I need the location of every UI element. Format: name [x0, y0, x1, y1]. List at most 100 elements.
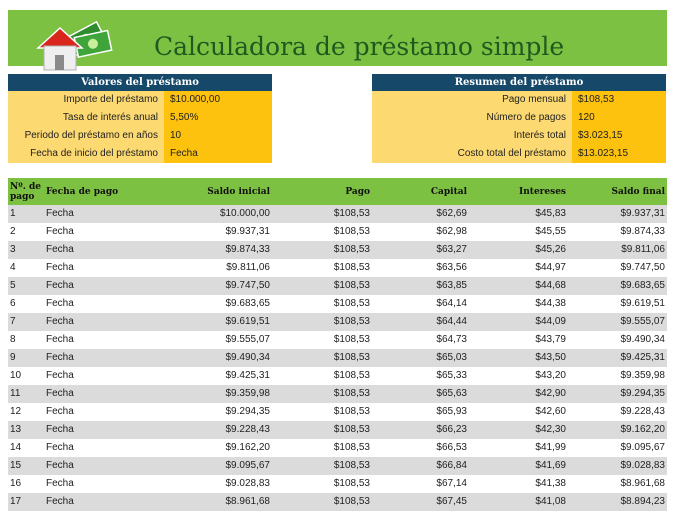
closing-balance-cell[interactable]: $8.894,23: [568, 493, 667, 511]
interest-cell[interactable]: $44,09: [469, 313, 568, 331]
payment-number-cell[interactable]: 8: [8, 331, 44, 349]
opening-balance-cell[interactable]: $9.425,31: [164, 367, 272, 385]
interest-cell[interactable]: $43,79: [469, 331, 568, 349]
opening-balance-cell[interactable]: $9.683,65: [164, 295, 272, 313]
interest-cell[interactable]: $41,38: [469, 475, 568, 493]
closing-balance-cell[interactable]: $9.425,31: [568, 349, 667, 367]
payment-cell[interactable]: $108,53: [272, 439, 372, 457]
payment-date-cell[interactable]: Fecha: [44, 457, 164, 475]
payment-date-cell[interactable]: Fecha: [44, 349, 164, 367]
payment-number-cell[interactable]: 5: [8, 277, 44, 295]
principal-cell[interactable]: $67,45: [372, 493, 469, 511]
payment-date-cell[interactable]: Fecha: [44, 421, 164, 439]
payment-date-cell[interactable]: Fecha: [44, 367, 164, 385]
interest-cell[interactable]: $45,55: [469, 223, 568, 241]
payment-number-cell[interactable]: 15: [8, 457, 44, 475]
interest-cell[interactable]: $41,99: [469, 439, 568, 457]
payment-cell[interactable]: $108,53: [272, 241, 372, 259]
opening-balance-cell[interactable]: $9.937,31: [164, 223, 272, 241]
payment-number-cell[interactable]: 13: [8, 421, 44, 439]
payment-date-cell[interactable]: Fecha: [44, 295, 164, 313]
opening-balance-cell[interactable]: $9.095,67: [164, 457, 272, 475]
closing-balance-cell[interactable]: $9.028,83: [568, 457, 667, 475]
principal-cell[interactable]: $67,14: [372, 475, 469, 493]
interest-cell[interactable]: $41,69: [469, 457, 568, 475]
payment-cell[interactable]: $108,53: [272, 475, 372, 493]
payment-number-cell[interactable]: 14: [8, 439, 44, 457]
closing-balance-cell[interactable]: $9.874,33: [568, 223, 667, 241]
payment-date-cell[interactable]: Fecha: [44, 313, 164, 331]
principal-cell[interactable]: $65,63: [372, 385, 469, 403]
closing-balance-cell[interactable]: $9.811,06: [568, 241, 667, 259]
payment-date-cell[interactable]: Fecha: [44, 241, 164, 259]
payment-date-cell[interactable]: Fecha: [44, 259, 164, 277]
payment-cell[interactable]: $108,53: [272, 349, 372, 367]
principal-cell[interactable]: $63,56: [372, 259, 469, 277]
principal-cell[interactable]: $66,84: [372, 457, 469, 475]
payment-number-cell[interactable]: 7: [8, 313, 44, 331]
payment-date-cell[interactable]: Fecha: [44, 475, 164, 493]
interest-cell[interactable]: $42,90: [469, 385, 568, 403]
principal-cell[interactable]: $64,14: [372, 295, 469, 313]
start-date-input[interactable]: Fecha: [164, 145, 272, 163]
opening-balance-cell[interactable]: $9.555,07: [164, 331, 272, 349]
closing-balance-cell[interactable]: $9.095,67: [568, 439, 667, 457]
opening-balance-cell[interactable]: $9.028,83: [164, 475, 272, 493]
closing-balance-cell[interactable]: $9.747,50: [568, 259, 667, 277]
principal-cell[interactable]: $64,73: [372, 331, 469, 349]
principal-cell[interactable]: $66,23: [372, 421, 469, 439]
opening-balance-cell[interactable]: $10.000,00: [164, 205, 272, 223]
interest-cell[interactable]: $42,60: [469, 403, 568, 421]
payment-cell[interactable]: $108,53: [272, 223, 372, 241]
interest-cell[interactable]: $41,08: [469, 493, 568, 511]
opening-balance-cell[interactable]: $9.619,51: [164, 313, 272, 331]
payment-cell[interactable]: $108,53: [272, 493, 372, 511]
opening-balance-cell[interactable]: $9.294,35: [164, 403, 272, 421]
closing-balance-cell[interactable]: $8.961,68: [568, 475, 667, 493]
interest-cell[interactable]: $43,20: [469, 367, 568, 385]
opening-balance-cell[interactable]: $9.228,43: [164, 421, 272, 439]
payment-date-cell[interactable]: Fecha: [44, 439, 164, 457]
payment-cell[interactable]: $108,53: [272, 205, 372, 223]
principal-cell[interactable]: $65,33: [372, 367, 469, 385]
payment-number-cell[interactable]: 10: [8, 367, 44, 385]
payment-cell[interactable]: $108,53: [272, 457, 372, 475]
interest-cell[interactable]: $43,50: [469, 349, 568, 367]
opening-balance-cell[interactable]: $8.961,68: [164, 493, 272, 511]
payment-date-cell[interactable]: Fecha: [44, 223, 164, 241]
payment-date-cell[interactable]: Fecha: [44, 385, 164, 403]
opening-balance-cell[interactable]: $9.747,50: [164, 277, 272, 295]
payment-number-cell[interactable]: 9: [8, 349, 44, 367]
payment-number-cell[interactable]: 17: [8, 493, 44, 511]
payment-number-cell[interactable]: 4: [8, 259, 44, 277]
loan-period-input[interactable]: 10: [164, 127, 272, 145]
principal-cell[interactable]: $65,03: [372, 349, 469, 367]
payment-date-cell[interactable]: Fecha: [44, 493, 164, 511]
interest-cell[interactable]: $45,83: [469, 205, 568, 223]
payment-number-cell[interactable]: 16: [8, 475, 44, 493]
closing-balance-cell[interactable]: $9.937,31: [568, 205, 667, 223]
interest-cell[interactable]: $45,26: [469, 241, 568, 259]
principal-cell[interactable]: $65,93: [372, 403, 469, 421]
payment-cell[interactable]: $108,53: [272, 421, 372, 439]
payment-number-cell[interactable]: 2: [8, 223, 44, 241]
principal-cell[interactable]: $64,44: [372, 313, 469, 331]
closing-balance-cell[interactable]: $9.359,98: [568, 367, 667, 385]
closing-balance-cell[interactable]: $9.683,65: [568, 277, 667, 295]
opening-balance-cell[interactable]: $9.811,06: [164, 259, 272, 277]
interest-rate-input[interactable]: 5,50%: [164, 109, 272, 127]
principal-cell[interactable]: $62,69: [372, 205, 469, 223]
closing-balance-cell[interactable]: $9.162,20: [568, 421, 667, 439]
principal-cell[interactable]: $63,27: [372, 241, 469, 259]
opening-balance-cell[interactable]: $9.874,33: [164, 241, 272, 259]
closing-balance-cell[interactable]: $9.490,34: [568, 331, 667, 349]
payment-number-cell[interactable]: 11: [8, 385, 44, 403]
payment-date-cell[interactable]: Fecha: [44, 331, 164, 349]
payment-cell[interactable]: $108,53: [272, 259, 372, 277]
opening-balance-cell[interactable]: $9.162,20: [164, 439, 272, 457]
interest-cell[interactable]: $44,97: [469, 259, 568, 277]
payment-number-cell[interactable]: 6: [8, 295, 44, 313]
interest-cell[interactable]: $44,38: [469, 295, 568, 313]
closing-balance-cell[interactable]: $9.294,35: [568, 385, 667, 403]
principal-cell[interactable]: $62,98: [372, 223, 469, 241]
